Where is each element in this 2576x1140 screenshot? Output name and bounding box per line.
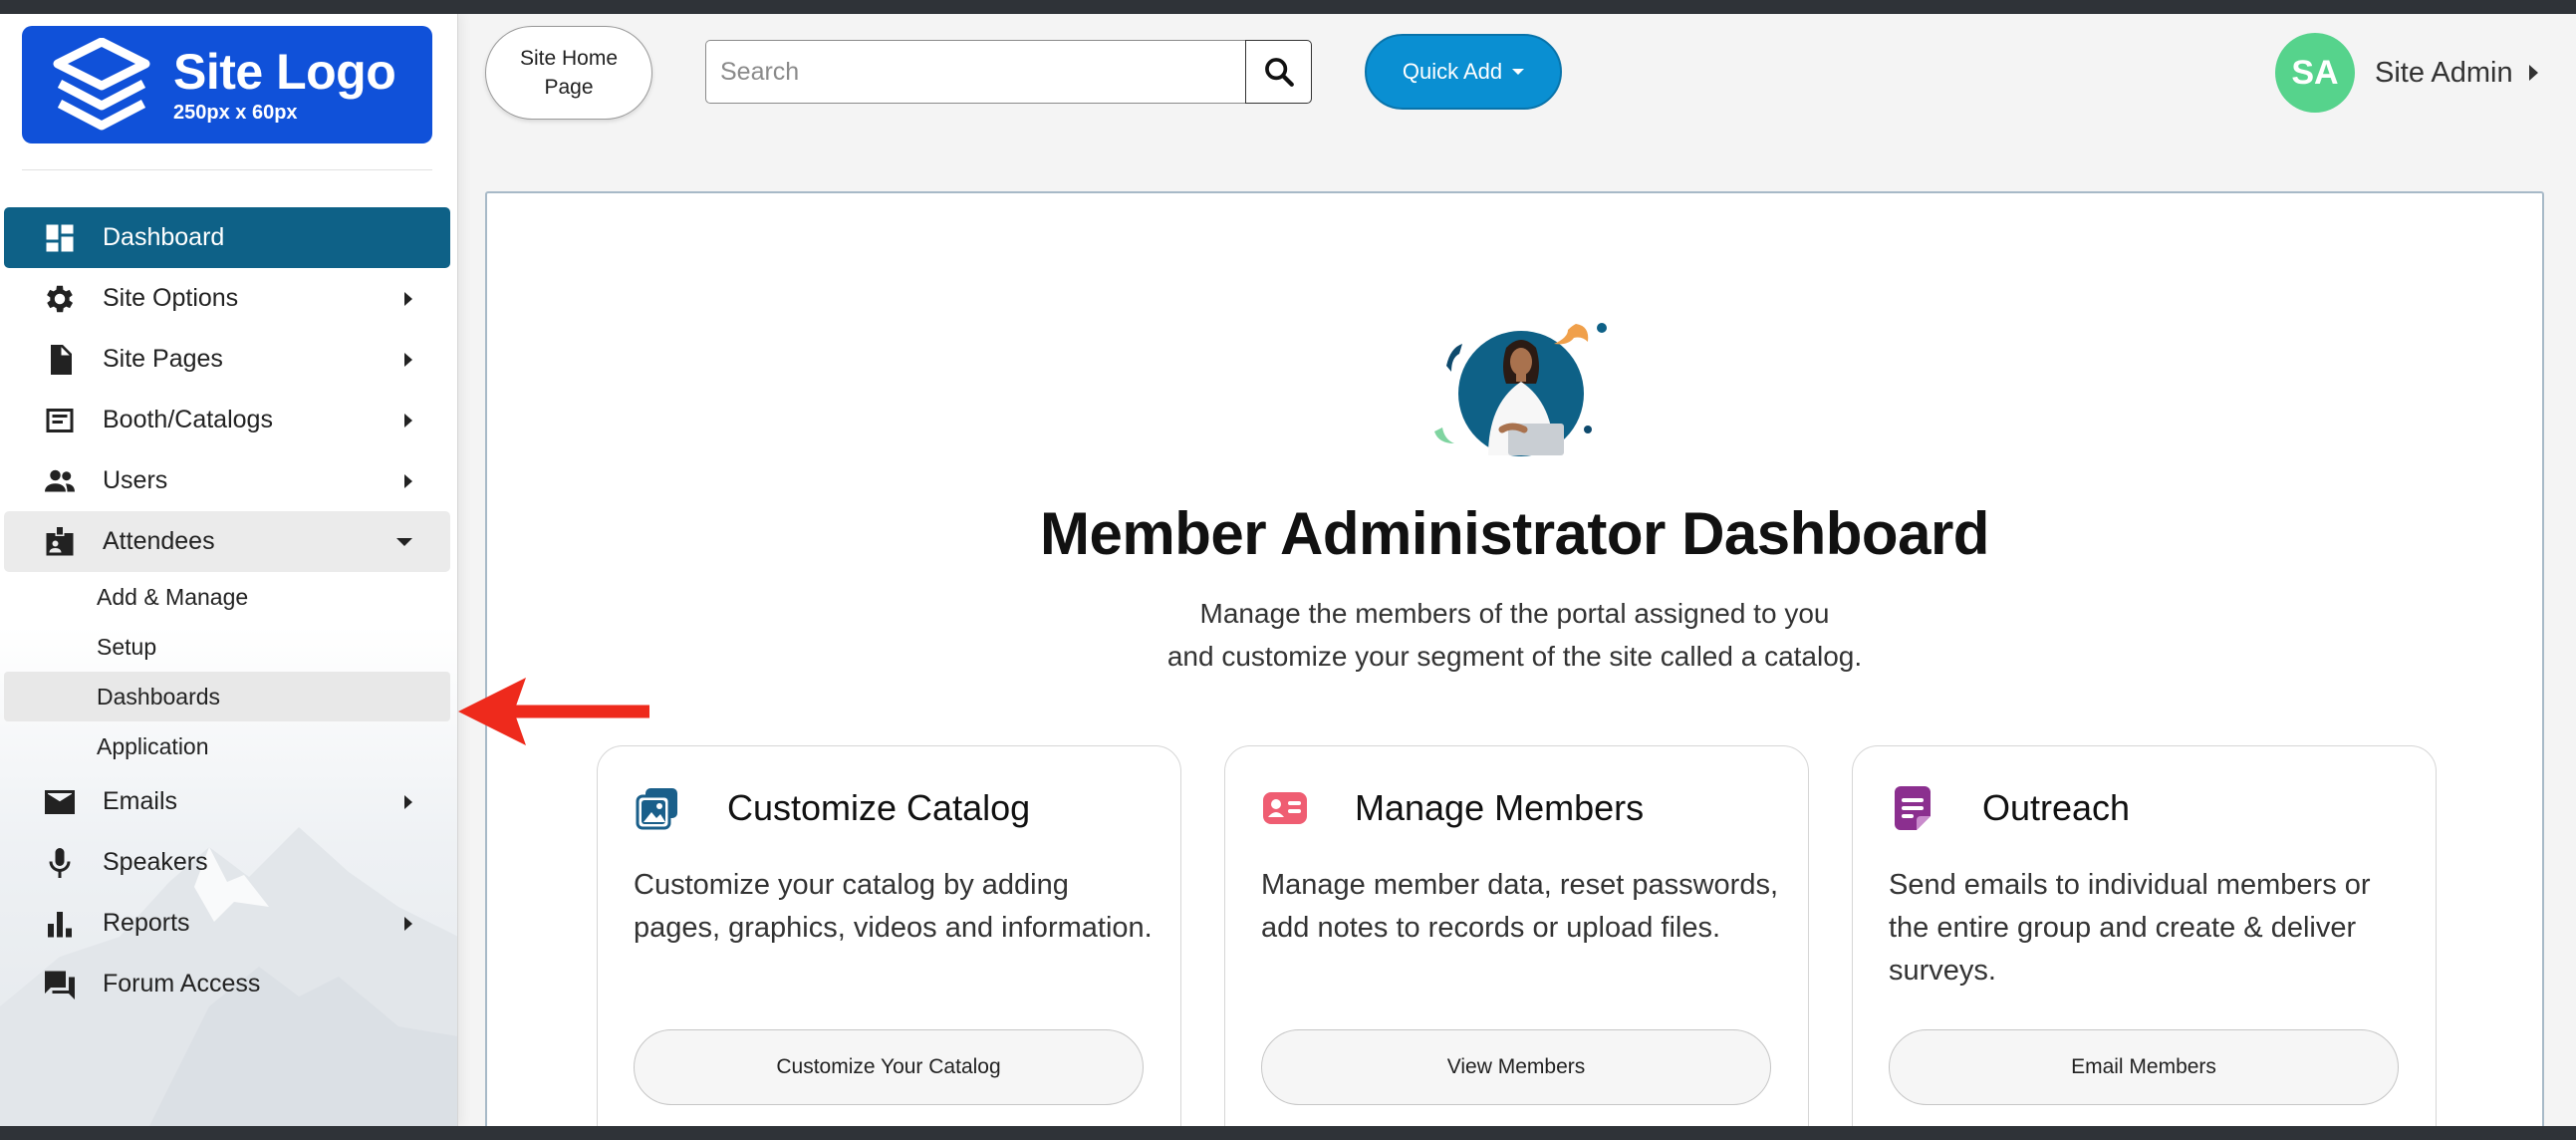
site-logo[interactable]: Site Logo 250px x 60px xyxy=(22,26,432,143)
forum-icon xyxy=(42,967,78,1002)
badge-icon xyxy=(42,524,78,560)
image-gallery-icon xyxy=(636,788,677,830)
envelope-icon xyxy=(42,784,78,820)
user-menu[interactable]: SA Site Admin xyxy=(2275,32,2538,114)
card-outreach: Outreach Send emails to individual membe… xyxy=(1852,745,2437,1126)
sidebar: Site Logo 250px x 60px Dashboard Site Op… xyxy=(0,14,458,1126)
sidebar-item-label: Emails xyxy=(103,787,178,815)
sidebar-item-label: Users xyxy=(103,466,168,494)
page-title: Member Administrator Dashboard xyxy=(1040,500,1989,567)
chevron-down-icon xyxy=(396,537,412,546)
sidebar-item-label: Reports xyxy=(103,909,190,937)
search-bar xyxy=(705,40,1312,104)
quick-add-button[interactable]: Quick Add xyxy=(1365,34,1562,110)
view-members-button[interactable]: View Members xyxy=(1261,1029,1771,1105)
chevron-down-icon xyxy=(1512,69,1525,75)
sidebar-subitem-application[interactable]: Application xyxy=(4,721,450,771)
logo-subtitle: 250px x 60px xyxy=(173,101,298,124)
page-subtitle-line: and customize your segment of the site c… xyxy=(1166,641,1863,672)
sidebar-item-label: Site Options xyxy=(103,284,239,312)
chevron-right-icon xyxy=(404,794,412,809)
avatar: SA xyxy=(2275,33,2355,113)
logo-title: Site Logo xyxy=(173,43,396,100)
sidebar-item-label: Forum Access xyxy=(103,970,261,998)
customize-your-catalog-button[interactable]: Customize Your Catalog xyxy=(634,1029,1144,1105)
sidebar-item-label: Site Pages xyxy=(103,345,223,373)
quick-add-label: Quick Add xyxy=(1402,59,1503,84)
chevron-right-icon xyxy=(404,916,412,931)
member-card-icon xyxy=(1263,792,1307,824)
sidebar-item-label: Attendees xyxy=(103,527,215,555)
card-description: Customize your catalog by adding pages, … xyxy=(634,869,1153,944)
layers-logo-icon xyxy=(53,38,150,131)
sidebar-item-users[interactable]: Users xyxy=(4,450,450,511)
sidebar-item-dashboard[interactable]: Dashboard xyxy=(4,207,450,268)
dashboard-icon xyxy=(42,220,78,256)
sidebar-subitem-dashboards[interactable]: Dashboards xyxy=(4,672,450,721)
sidebar-subitem-setup[interactable]: Setup xyxy=(4,622,450,672)
sidebar-item-site-pages[interactable]: Site Pages xyxy=(4,329,450,390)
sidebar-item-booth-catalogs[interactable]: Booth/Catalogs xyxy=(4,390,450,450)
people-icon xyxy=(42,463,78,499)
card-customize-catalog: Customize Catalog Customize your catalog… xyxy=(597,745,1181,1126)
card-title: Manage Members xyxy=(1355,787,1645,828)
bar-chart-icon xyxy=(42,906,78,942)
sidebar-item-label: Booth/Catalogs xyxy=(103,406,273,433)
user-name: Site Admin xyxy=(2375,56,2513,89)
sidebar-item-emails[interactable]: Emails xyxy=(4,771,450,832)
chevron-right-icon xyxy=(2528,65,2538,81)
search-input[interactable] xyxy=(705,40,1245,104)
chevron-right-icon xyxy=(404,291,412,306)
microphone-icon xyxy=(42,845,78,881)
chevron-right-icon xyxy=(404,473,412,488)
sidebar-item-attendees[interactable]: Attendees xyxy=(4,511,450,572)
card-description: Manage member data, reset passwords, add… xyxy=(1261,869,1779,944)
card-manage-members: Manage Members Manage member data, reset… xyxy=(1224,745,1809,1126)
sidebar-item-forum-access[interactable]: Forum Access xyxy=(4,954,450,1014)
chevron-right-icon xyxy=(404,352,412,367)
card-description: Send emails to individual members or the… xyxy=(1889,869,2371,987)
admin-hero-illustration xyxy=(1434,323,1607,456)
sidebar-nav: Dashboard Site Options Site Pages Booth/… xyxy=(0,207,457,1014)
note-icon xyxy=(1895,786,1931,830)
card-title: Customize Catalog xyxy=(727,787,1031,828)
search-icon xyxy=(1264,58,1294,87)
sidebar-item-reports[interactable]: Reports xyxy=(4,893,450,954)
sidebar-item-label: Speakers xyxy=(103,848,208,876)
app-window: Site Logo 250px x 60px Dashboard Site Op… xyxy=(0,14,2576,1126)
card-title: Outreach xyxy=(1982,787,2131,828)
dashboard-panel: Member Administrator Dashboard Manage th… xyxy=(485,191,2544,1126)
sidebar-item-label: Dashboard xyxy=(103,223,225,251)
site-home-page-button[interactable]: Site Home Page xyxy=(485,26,652,120)
page-subtitle-line: Manage the members of the portal assigne… xyxy=(1199,598,1830,629)
page-subtitle: Manage the members of the portal assigne… xyxy=(487,592,2542,678)
annotation-arrow-icon xyxy=(458,678,649,745)
search-button[interactable] xyxy=(1245,40,1312,104)
email-members-button[interactable]: Email Members xyxy=(1889,1029,2399,1105)
gear-icon xyxy=(42,281,78,317)
divider xyxy=(22,169,432,170)
catalog-icon xyxy=(42,403,78,438)
sidebar-item-site-options[interactable]: Site Options xyxy=(4,268,450,329)
sidebar-subitem-add-manage[interactable]: Add & Manage xyxy=(4,572,450,622)
chevron-right-icon xyxy=(404,413,412,428)
sidebar-item-speakers[interactable]: Speakers xyxy=(4,832,450,893)
document-icon xyxy=(42,342,78,378)
